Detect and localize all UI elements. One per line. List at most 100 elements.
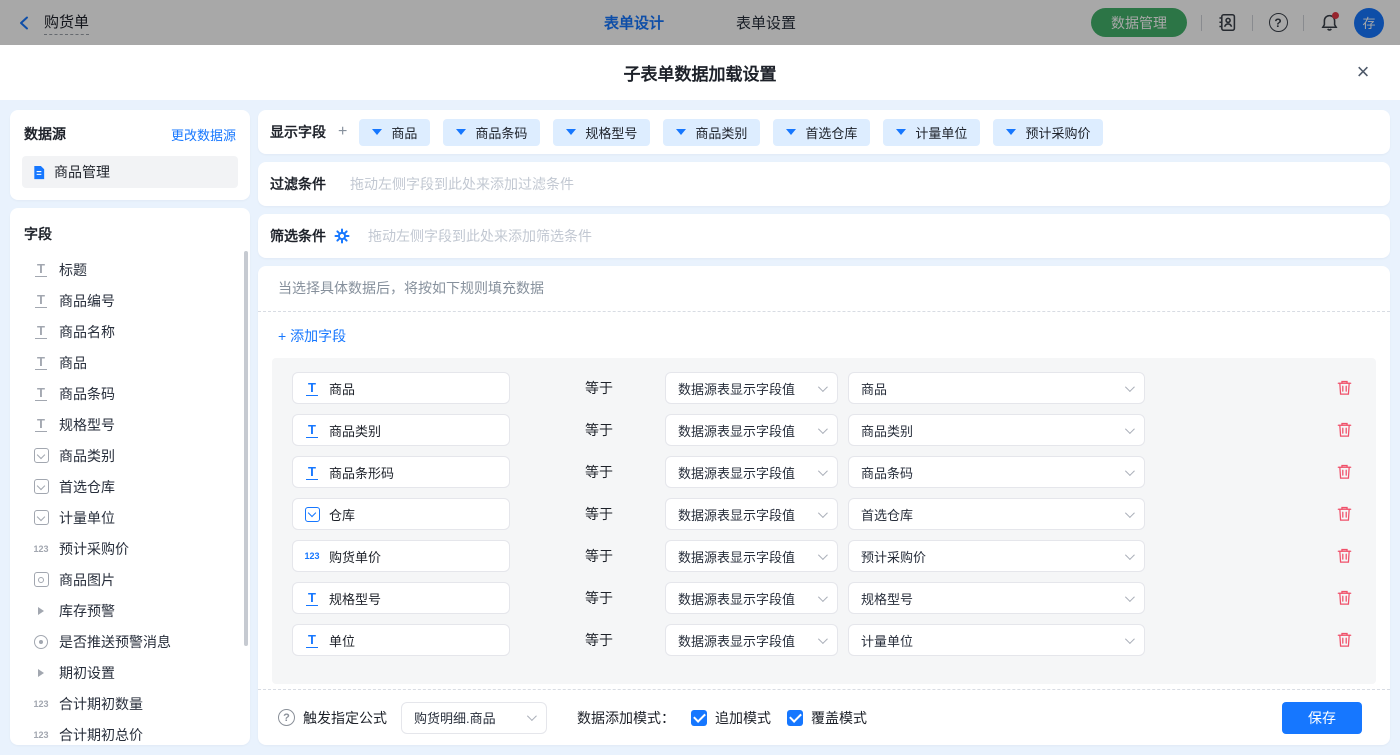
text-icon (303, 380, 321, 396)
sidebar-field-item[interactable]: 标题 (10, 254, 250, 285)
target-field-box[interactable]: 仓库 (292, 498, 510, 530)
triangle-down-icon (372, 129, 382, 135)
sidebar-field-label: 合计期初总价 (59, 725, 143, 745)
sidebar-field-label: 商品类别 (59, 446, 115, 466)
delete-rule-icon[interactable] (1336, 547, 1354, 565)
close-icon[interactable] (1350, 59, 1376, 85)
data-add-mode-label: 数据添加模式： (577, 708, 675, 728)
sift-dropzone-placeholder[interactable]: 拖动左侧字段到此处来添加筛选条件 (368, 226, 592, 246)
sidebar-field-item[interactable]: 库存预警 (10, 595, 250, 626)
source-type-select[interactable]: 数据源表显示字段值 (665, 456, 838, 488)
overwrite-mode-checkbox[interactable]: 覆盖模式 (787, 708, 867, 728)
contacts-icon[interactable] (1216, 12, 1238, 34)
fill-rule-row: 仓库 等于 数据源表显示字段值 首选仓库 (292, 498, 1356, 530)
operator-label: 等于 (585, 462, 615, 482)
help-icon[interactable]: ? (1267, 12, 1289, 34)
add-display-field-button[interactable]: + (336, 123, 349, 141)
source-type-select[interactable]: 数据源表显示字段值 (665, 414, 838, 446)
sidebar-field-item[interactable]: 商品条码 (10, 378, 250, 409)
chevron-down-icon (818, 592, 828, 602)
sidebar-field-item[interactable]: 商品名称 (10, 316, 250, 347)
display-field-tag[interactable]: 预计采购价 (993, 119, 1103, 146)
source-type-select[interactable]: 数据源表显示字段值 (665, 540, 838, 572)
text-icon (303, 632, 321, 648)
source-field-select[interactable]: 规格型号 (848, 582, 1145, 614)
display-field-tag[interactable]: 计量单位 (883, 119, 980, 146)
change-datasource-link[interactable]: 更改数据源 (171, 125, 236, 144)
display-field-tag[interactable]: 商品类别 (663, 119, 760, 146)
delete-rule-icon[interactable] (1336, 631, 1354, 649)
dialog-footer: ? 触发指定公式 购货明细.商品 数据添加模式： 追加模式 (258, 690, 1390, 745)
sidebar-field-item[interactable]: 合计期初数量 (10, 688, 250, 719)
sidebar-field-item[interactable]: 商品 (10, 347, 250, 378)
chevron-down-icon (527, 711, 537, 721)
save-button[interactable]: 保存 (1282, 702, 1362, 734)
source-type-select[interactable]: 数据源表显示字段值 (665, 498, 838, 530)
source-field-select[interactable]: 商品 (848, 372, 1145, 404)
fields-panel: 字段 标题 商品编号 商品名称 商品 商品条码 规格型号 商品类别 首选仓库 计… (10, 208, 250, 745)
source-field-select[interactable]: 计量单位 (848, 624, 1145, 656)
chevron-down-icon (818, 382, 828, 392)
notification-bell-icon[interactable] (1318, 12, 1340, 34)
target-field-box[interactable]: 规格型号 (292, 582, 510, 614)
sidebar-field-item[interactable]: 期初设置 (10, 657, 250, 688)
delete-rule-icon[interactable] (1336, 463, 1354, 481)
text-icon (32, 417, 50, 433)
gear-icon[interactable] (334, 228, 350, 244)
sidebar-field-item[interactable]: 规格型号 (10, 409, 250, 440)
operator-label: 等于 (585, 630, 615, 650)
select-icon (32, 479, 50, 495)
sidebar-field-item[interactable]: 合计期初总价 (10, 719, 250, 745)
filter-dropzone-placeholder[interactable]: 拖动左侧字段到此处来添加过滤条件 (350, 174, 574, 194)
fields-title: 字段 (10, 224, 250, 254)
display-field-tag[interactable]: 规格型号 (553, 119, 650, 146)
target-field-box[interactable]: 商品 (292, 372, 510, 404)
source-field-select[interactable]: 商品类别 (848, 414, 1145, 446)
trigger-formula-label: 触发指定公式 (303, 708, 387, 728)
tab-form-design[interactable]: 表单设计 (604, 12, 664, 33)
source-type-select[interactable]: 数据源表显示字段值 (665, 582, 838, 614)
scrollbar-thumb[interactable] (244, 251, 248, 646)
delete-rule-icon[interactable] (1336, 421, 1354, 439)
add-rule-field-button[interactable]: + 添加字段 (278, 328, 346, 344)
sidebar-field-label: 合计期初数量 (59, 694, 143, 714)
source-type-select[interactable]: 数据源表显示字段值 (665, 624, 838, 656)
select-icon (32, 448, 50, 464)
group-icon (32, 665, 50, 681)
display-field-tag[interactable]: 商品条码 (443, 119, 540, 146)
target-field-box[interactable]: 商品条形码 (292, 456, 510, 488)
operator-label: 等于 (585, 546, 615, 566)
sidebar-field-item[interactable]: 预计采购价 (10, 533, 250, 564)
sidebar-field-item[interactable]: 商品编号 (10, 285, 250, 316)
text-icon (303, 464, 321, 480)
target-field-box[interactable]: 单位 (292, 624, 510, 656)
sidebar-field-item[interactable]: 商品图片 (10, 564, 250, 595)
sidebar-field-item[interactable]: 是否推送预警消息 (10, 626, 250, 657)
target-field-box[interactable]: 购货单价 (292, 540, 510, 572)
delete-rule-icon[interactable] (1336, 589, 1354, 607)
help-circle-icon[interactable]: ? (278, 709, 295, 726)
sidebar-field-item[interactable]: 商品类别 (10, 440, 250, 471)
sidebar-field-item[interactable]: 计量单位 (10, 502, 250, 533)
datasource-item[interactable]: 商品管理 (22, 156, 238, 188)
chevron-down-icon (1125, 508, 1135, 518)
trigger-formula-select[interactable]: 购货明细.商品 (401, 702, 547, 734)
sidebar-field-item[interactable]: 首选仓库 (10, 471, 250, 502)
tab-form-settings[interactable]: 表单设置 (736, 12, 796, 33)
fill-rules-panel: 当选择具体数据后，将按如下规则填充数据 + 添加字段 商品 等于 数据源表显示字… (258, 266, 1390, 745)
datasource-title: 数据源 (24, 124, 66, 144)
display-field-tag[interactable]: 商品 (359, 119, 430, 146)
delete-rule-icon[interactable] (1336, 379, 1354, 397)
display-field-tag[interactable]: 首选仓库 (773, 119, 870, 146)
source-field-select[interactable]: 预计采购价 (848, 540, 1145, 572)
image-icon (32, 572, 50, 588)
source-field-select[interactable]: 商品条码 (848, 456, 1145, 488)
target-field-box[interactable]: 商品类别 (292, 414, 510, 446)
source-field-select[interactable]: 首选仓库 (848, 498, 1145, 530)
delete-rule-icon[interactable] (1336, 505, 1354, 523)
operator-label: 等于 (585, 378, 615, 398)
datasource-panel: 数据源 更改数据源 商品管理 (10, 110, 250, 200)
sift-label: 筛选条件 (270, 226, 326, 246)
source-type-select[interactable]: 数据源表显示字段值 (665, 372, 838, 404)
append-mode-checkbox[interactable]: 追加模式 (691, 708, 771, 728)
